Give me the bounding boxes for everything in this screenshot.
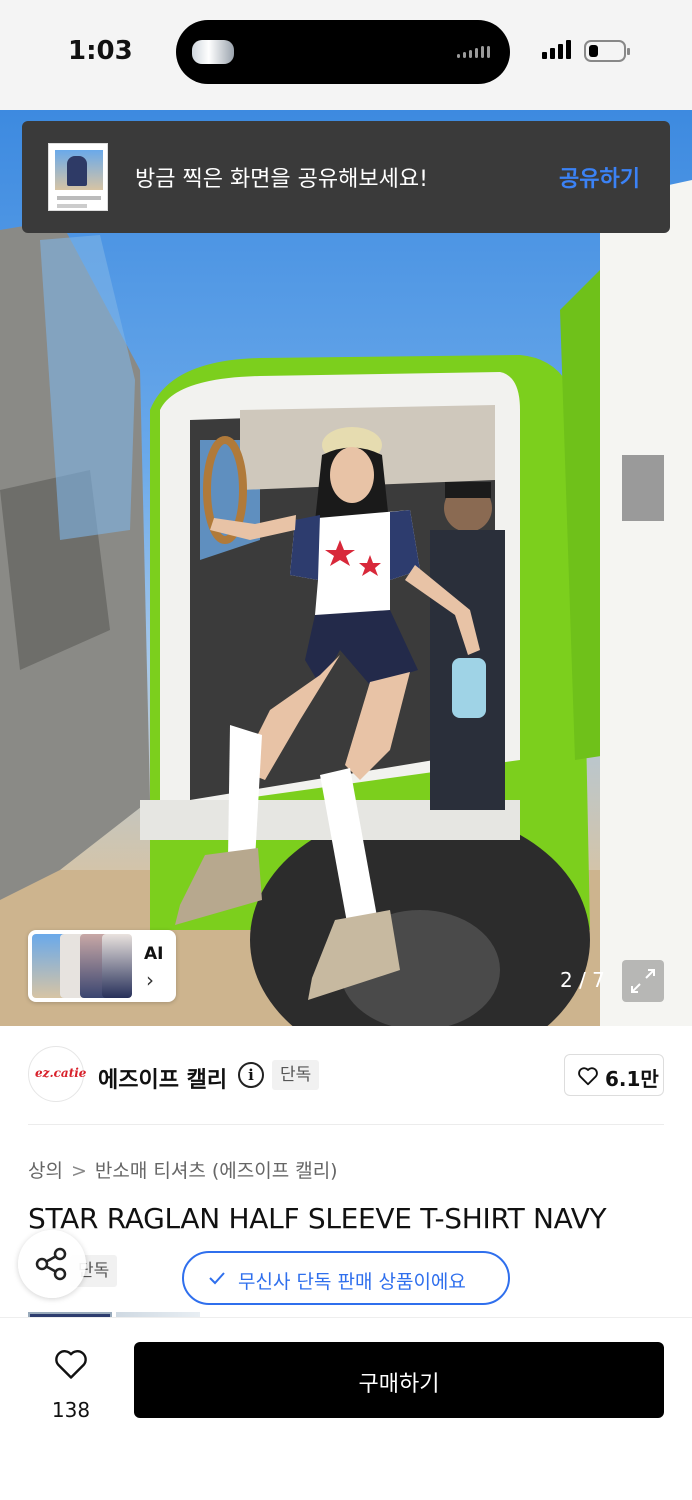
chevron-right-icon: › [146, 968, 154, 992]
share-screenshot-toast: 방금 찍은 화면을 공유해보세요! 공유하기 [22, 121, 670, 233]
ai-similar-items-button[interactable]: AI › [28, 930, 176, 1002]
product-title: STAR RAGLAN HALF SLEEVE T-SHIRT NAVY [28, 1202, 607, 1235]
status-time: 1:03 [68, 36, 133, 66]
dynamic-island[interactable] [176, 20, 510, 84]
share-icon [35, 1247, 67, 1281]
audio-wave-icon [457, 46, 490, 58]
brand-like-count: 6.1만 [605, 1067, 659, 1091]
breadcrumb-category[interactable]: 상의 [28, 1160, 63, 1182]
heart-icon [55, 1350, 87, 1379]
brand-exclusive-badge: 단독 [272, 1060, 320, 1090]
breadcrumb-subcategory[interactable]: 반소매 티셔츠 (에즈이프 캘리) [95, 1160, 338, 1182]
toast-share-button[interactable]: 공유하기 [559, 161, 640, 193]
wishlist-count: 138 [51, 1398, 91, 1422]
breadcrumb: 상의 > 반소매 티셔츠 (에즈이프 캘리) [28, 1156, 338, 1183]
brand-row: ez.catie 에즈이프 캘리 i 단독 6.1만 [0, 1026, 692, 1126]
product-photo [0, 180, 692, 1026]
buy-button-label: 구매하기 [358, 1372, 440, 1397]
image-page-counter: 2 / 7 [560, 968, 605, 992]
island-thumbnail [192, 40, 234, 64]
battery-level [589, 45, 598, 57]
product-image-carousel[interactable]: 2 / 7 [0, 110, 692, 1026]
status-bar: 1:03 [0, 0, 692, 110]
cellular-signal-icon [542, 40, 571, 59]
exclusive-sale-notice[interactable]: 무신사 단독 판매 상품이에요 [182, 1251, 510, 1305]
buy-button[interactable]: 구매하기 [134, 1342, 664, 1418]
breadcrumb-separator: > [70, 1160, 87, 1182]
like-brand-button[interactable]: 6.1만 [564, 1054, 664, 1096]
brand-logo-text: ez.catie [35, 1066, 87, 1080]
share-button[interactable] [18, 1230, 86, 1298]
info-icon[interactable]: i [238, 1062, 264, 1088]
toast-message: 방금 찍은 화면을 공유해보세요! [135, 167, 428, 192]
wishlist-button[interactable]: 138 [36, 1346, 106, 1436]
ai-label: AI [144, 944, 164, 964]
screenshot-thumbnail[interactable] [48, 143, 108, 211]
expand-image-button[interactable] [622, 960, 664, 1002]
bottom-purchase-bar: 138 구매하기 [0, 1318, 692, 1500]
battery-icon [584, 40, 630, 62]
exclusive-notice-text: 무신사 단독 판매 상품이에요 [238, 1271, 466, 1293]
heart-icon [578, 1067, 598, 1086]
expand-icon [631, 969, 655, 993]
check-icon [209, 1272, 225, 1285]
brand-name[interactable]: 에즈이프 캘리 [98, 1062, 227, 1094]
section-divider [28, 1124, 664, 1125]
ai-thumbnails [32, 934, 132, 998]
brand-logo[interactable]: ez.catie [28, 1046, 87, 1102]
